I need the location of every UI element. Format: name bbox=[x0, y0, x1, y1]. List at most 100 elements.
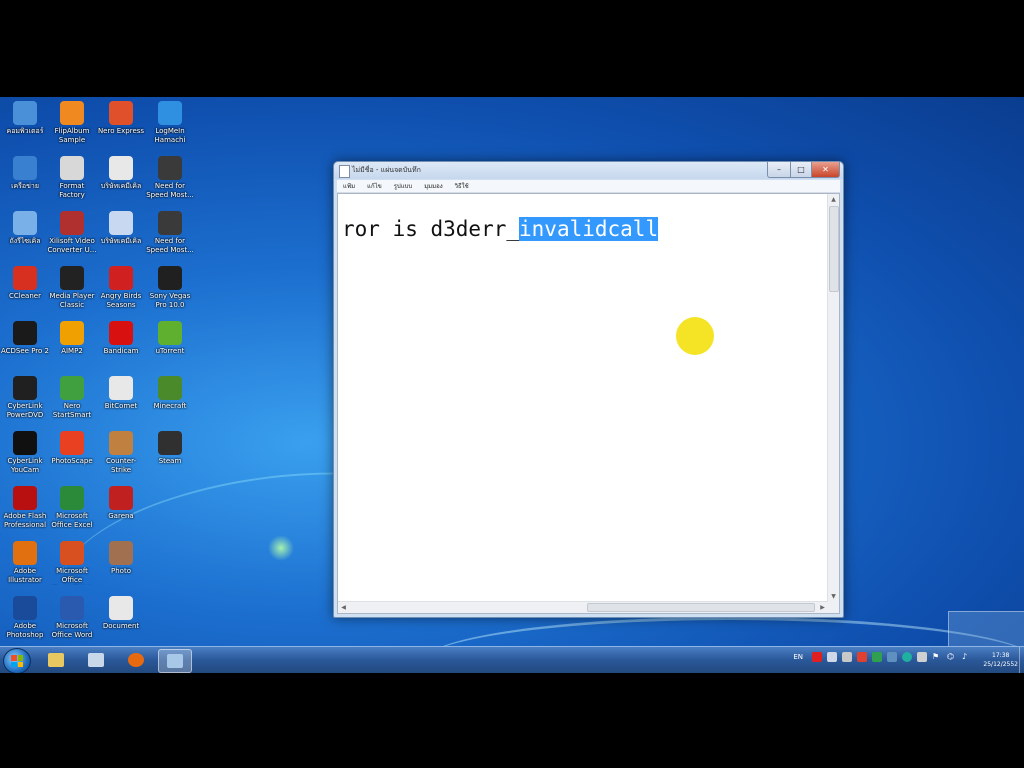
desktop-shortcut[interactable]: CyberLink YouCam bbox=[0, 431, 50, 475]
desktop-shortcut[interactable]: Nero Express bbox=[96, 101, 146, 145]
desktop-shortcut[interactable]: Counter-Strike bbox=[96, 431, 146, 475]
minimize-button[interactable]: – bbox=[767, 162, 791, 178]
horizontal-scroll-thumb[interactable] bbox=[587, 603, 815, 612]
selected-text: invalidcall bbox=[519, 217, 659, 241]
bitcomet-icon bbox=[109, 376, 133, 400]
desktop-shortcut-label: FlipAlbum Sample bbox=[54, 127, 90, 144]
desktop-shortcut[interactable]: Angry Birds Seasons bbox=[96, 266, 146, 310]
menu-help[interactable]: วิธีใช้ bbox=[449, 181, 475, 191]
desktop-shortcut[interactable]: Microsoft Office Excel bbox=[47, 486, 97, 530]
excel-icon bbox=[60, 486, 84, 510]
tray-app-icon[interactable] bbox=[887, 652, 897, 662]
tray-flag-icon[interactable]: ⚑ bbox=[932, 652, 942, 662]
formatfactory-icon bbox=[60, 156, 84, 180]
desktop-shortcut-label: Need for Speed Most... bbox=[146, 237, 194, 254]
desktop-shortcut[interactable]: ACDSee Pro 2 bbox=[0, 321, 50, 365]
wallpaper-glow bbox=[268, 535, 294, 561]
desktop-shortcut[interactable]: Minecraft bbox=[145, 376, 195, 420]
desktop-shortcut[interactable]: Nero StartSmart bbox=[47, 376, 97, 420]
menu-format[interactable]: รูปแบบ bbox=[388, 181, 419, 191]
desktop-shortcut[interactable]: บริษัทเคมีเคิล bbox=[96, 156, 146, 200]
clock[interactable]: 17:38 25/12/2552 bbox=[983, 651, 1018, 669]
desktop-shortcut-label: Media Player Classic bbox=[49, 292, 95, 309]
tray-message-icon[interactable] bbox=[827, 652, 837, 662]
tray-app-icon[interactable] bbox=[917, 652, 927, 662]
taskbar-media-button[interactable] bbox=[80, 649, 112, 671]
menu-edit[interactable]: แก้ไข bbox=[361, 181, 388, 191]
desktop-shortcut[interactable]: Adobe Flash Professional bbox=[0, 486, 50, 530]
volume-icon[interactable]: ♪ bbox=[962, 652, 972, 662]
desktop-shortcut[interactable]: LogMeIn Hamachi bbox=[145, 101, 195, 145]
photoscape-icon bbox=[60, 431, 84, 455]
desktop-shortcut[interactable]: Media Player Classic bbox=[47, 266, 97, 310]
adobe-illustrator-icon bbox=[13, 541, 37, 565]
vertical-scroll-thumb[interactable] bbox=[829, 206, 839, 292]
desktop-shortcut[interactable]: FlipAlbum Sample bbox=[47, 101, 97, 145]
scroll-right-arrow-icon[interactable]: ▶ bbox=[817, 602, 828, 613]
menu-view[interactable]: มุมมอง bbox=[418, 181, 448, 191]
desktop-shortcut[interactable]: PhotoScape bbox=[47, 431, 97, 475]
desktop-shortcut[interactable]: บริษัทเคมีเคิล bbox=[96, 211, 146, 255]
tray-app-icon[interactable] bbox=[812, 652, 822, 662]
notepad-window[interactable]: ไม่มีชื่อ - แผ่นจดบันทึก – □ ✕ แฟ้ม แก้ไ… bbox=[333, 161, 844, 618]
desktop-shortcut[interactable]: เครือข่าย bbox=[0, 156, 50, 200]
menu-file[interactable]: แฟ้ม bbox=[337, 181, 361, 191]
taskbar-notepad-button[interactable] bbox=[158, 649, 192, 673]
photo-icon bbox=[109, 541, 133, 565]
tray-app-icon[interactable] bbox=[872, 652, 882, 662]
desktop-shortcut[interactable]: Sony Vegas Pro 10.0 bbox=[145, 266, 195, 310]
desktop-shortcut[interactable]: Need for Speed Most... bbox=[145, 156, 195, 200]
document-text[interactable]: ror is d3derr_invalidcall bbox=[342, 216, 825, 242]
desktop-shortcut[interactable]: Microsoft Office Word bbox=[47, 596, 97, 640]
desktop-shortcut[interactable]: CyberLink PowerDVD bbox=[0, 376, 50, 420]
vertical-scrollbar[interactable]: ▲ ▼ bbox=[827, 194, 839, 602]
desktop-shortcut-label: Minecraft bbox=[153, 402, 187, 410]
network-icon[interactable]: ⌬ bbox=[947, 652, 957, 662]
horizontal-scrollbar[interactable]: ◀ ▶ bbox=[338, 601, 828, 613]
close-button[interactable]: ✕ bbox=[811, 162, 840, 178]
desktop-shortcut[interactable]: Document bbox=[96, 596, 146, 640]
desktop-shortcut-label: Adobe Photoshop bbox=[6, 622, 44, 639]
desktop-shortcut[interactable]: Microsoft Office PowerPoint bbox=[47, 541, 97, 585]
desktop-shortcut-label: คอมพิวเตอร์ bbox=[6, 127, 44, 135]
tray-app-icon[interactable] bbox=[842, 652, 852, 662]
desktop-shortcut[interactable]: Adobe Photoshop bbox=[0, 596, 50, 640]
taskbar-firefox-button[interactable] bbox=[120, 649, 152, 671]
taskbar-explorer-button[interactable] bbox=[40, 649, 72, 671]
desktop-shortcut[interactable]: Steam bbox=[145, 431, 195, 475]
desktop-shortcut-label: PhotoScape bbox=[51, 457, 93, 465]
flipalbum-icon bbox=[60, 101, 84, 125]
tray-app-icon[interactable] bbox=[902, 652, 912, 662]
maximize-button[interactable]: □ bbox=[790, 162, 812, 178]
desktop-shortcut[interactable]: BitComet bbox=[96, 376, 146, 420]
desktop-shortcut[interactable]: Need for Speed Most... bbox=[145, 211, 195, 255]
desktop-shortcut[interactable]: ถังรีไซเคิล bbox=[0, 211, 50, 255]
start-button[interactable] bbox=[3, 648, 31, 673]
desktop-shortcut[interactable]: CCleaner bbox=[0, 266, 50, 310]
desktop-shortcut[interactable]: AIMP2 bbox=[47, 321, 97, 365]
desktop-shortcut-label: Steam bbox=[158, 457, 182, 465]
language-indicator[interactable]: EN bbox=[793, 653, 803, 661]
desktop-shortcut[interactable]: Garena bbox=[96, 486, 146, 530]
text-editor-area[interactable]: ror is d3derr_invalidcall ▲ ▼ ◀ ▶ bbox=[337, 193, 840, 614]
scroll-up-arrow-icon[interactable]: ▲ bbox=[828, 194, 839, 205]
desktop-shortcut-label: Photo bbox=[111, 567, 131, 575]
powerpoint-icon bbox=[60, 541, 84, 565]
desktop-shortcut[interactable]: Bandicam bbox=[96, 321, 146, 365]
scroll-left-arrow-icon[interactable]: ◀ bbox=[338, 602, 349, 613]
window-title: ไม่มีชื่อ - แผ่นจดบันทึก bbox=[352, 166, 421, 174]
desktop-shortcut-label: Document bbox=[102, 622, 140, 630]
scroll-down-arrow-icon[interactable]: ▼ bbox=[828, 591, 839, 602]
notepad-title-bar[interactable]: ไม่มีชื่อ - แผ่นจดบันทึก – □ ✕ bbox=[334, 162, 843, 179]
system-tray: EN ⚑ ⌬ ♪ bbox=[793, 652, 972, 662]
show-desktop-button[interactable] bbox=[1019, 647, 1024, 673]
desktop-shortcut[interactable]: Format Factory bbox=[47, 156, 97, 200]
desktop-shortcut[interactable]: Xilisoft Video Converter U... bbox=[47, 211, 97, 255]
vegas-icon bbox=[158, 266, 182, 290]
tray-app-icon[interactable] bbox=[857, 652, 867, 662]
desktop-shortcut[interactable]: uTorrent bbox=[145, 321, 195, 365]
desktop-shortcut-label: บริษัทเคมีเคิล bbox=[100, 237, 142, 245]
desktop-shortcut[interactable]: Adobe Illustrator bbox=[0, 541, 50, 585]
desktop-shortcut[interactable]: คอมพิวเตอร์ bbox=[0, 101, 50, 145]
desktop-shortcut[interactable]: Photo bbox=[96, 541, 146, 585]
